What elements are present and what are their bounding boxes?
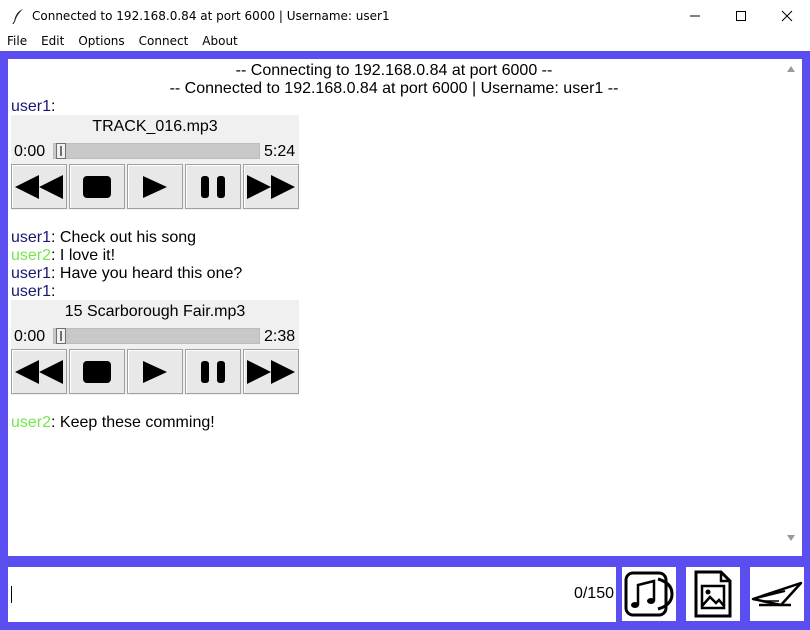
chat-message: user1: bbox=[11, 98, 55, 116]
play-icon bbox=[143, 175, 167, 198]
pause-icon bbox=[201, 175, 225, 198]
pause-icon bbox=[201, 360, 225, 383]
send-button[interactable] bbox=[750, 567, 804, 621]
minimize-button[interactable] bbox=[672, 0, 718, 31]
rewind-button[interactable] bbox=[11, 349, 67, 394]
message-username: user1 bbox=[11, 265, 52, 282]
message-text: Have you heard this one? bbox=[55, 265, 243, 282]
fast-forward-button[interactable] bbox=[243, 164, 299, 209]
player-seek-bar[interactable] bbox=[53, 328, 260, 344]
seek-handle[interactable] bbox=[56, 143, 66, 159]
scroll-down-button[interactable] bbox=[780, 534, 802, 550]
image-file-icon bbox=[694, 570, 732, 618]
music-file-icon bbox=[624, 571, 674, 617]
stop-icon bbox=[83, 175, 111, 198]
player-duration: 2:38 bbox=[264, 328, 296, 345]
chat-message: user1: bbox=[11, 283, 55, 301]
player-current-time: 0:00 bbox=[14, 143, 46, 160]
chat-message: user2: I love it! bbox=[11, 247, 115, 265]
title-bar: Connected to 192.168.0.84 at port 6000 |… bbox=[0, 0, 810, 31]
player-seek-bar[interactable] bbox=[53, 143, 260, 159]
chevron-down-icon bbox=[787, 535, 795, 541]
scroll-up-button[interactable] bbox=[780, 65, 802, 81]
maximize-icon bbox=[736, 10, 746, 21]
fast-forward-icon bbox=[247, 174, 295, 199]
close-button[interactable] bbox=[764, 0, 810, 31]
menu-edit[interactable]: Edit bbox=[34, 31, 71, 51]
message-text: Check out his song bbox=[55, 229, 197, 246]
pause-button[interactable] bbox=[185, 349, 241, 394]
message-username: user1 bbox=[11, 229, 52, 246]
stop-icon bbox=[83, 360, 111, 383]
fast-forward-icon bbox=[247, 359, 295, 384]
maximize-button[interactable] bbox=[718, 0, 764, 31]
chat-message: user1: Have you heard this one? bbox=[11, 265, 242, 283]
menu-bar: File Edit Options Connect About bbox=[0, 31, 810, 51]
message-username: user1 bbox=[11, 98, 52, 115]
player-filename: 15 Scarborough Fair.mp3 bbox=[64, 303, 246, 320]
minimize-icon bbox=[690, 15, 700, 16]
message-separator: : bbox=[51, 98, 56, 115]
send-image-button[interactable] bbox=[686, 567, 740, 621]
audio-player: 15 Scarborough Fair.mp3 0:00 2:38 bbox=[11, 300, 299, 395]
audio-player: TRACK_016.mp3 0:00 5:24 bbox=[11, 115, 299, 210]
status-connected: -- Connected to 192.168.0.84 at port 600… bbox=[169, 80, 619, 97]
message-text: I love it! bbox=[55, 247, 116, 264]
chat-scrollbar[interactable] bbox=[780, 59, 802, 556]
pause-button[interactable] bbox=[185, 164, 241, 209]
message-username: user2 bbox=[11, 414, 52, 431]
feather-icon bbox=[12, 8, 23, 24]
rewind-button[interactable] bbox=[11, 164, 67, 209]
player-duration: 5:24 bbox=[264, 143, 296, 160]
chat-log[interactable]: -- Connecting to 192.168.0.84 at port 60… bbox=[8, 59, 780, 556]
message-input[interactable]: 0/150 bbox=[8, 567, 616, 622]
message-text: Keep these comming! bbox=[55, 414, 215, 431]
chevron-up-icon bbox=[787, 66, 795, 72]
rewind-icon bbox=[15, 359, 63, 384]
play-icon bbox=[143, 360, 167, 383]
rewind-icon bbox=[15, 174, 63, 199]
seek-handle[interactable] bbox=[56, 328, 66, 344]
menu-file[interactable]: File bbox=[0, 31, 34, 51]
send-music-button[interactable] bbox=[622, 567, 676, 621]
player-current-time: 0:00 bbox=[14, 328, 46, 345]
menu-about[interactable]: About bbox=[195, 31, 244, 51]
stop-button[interactable] bbox=[69, 164, 125, 209]
player-filename: TRACK_016.mp3 bbox=[92, 118, 218, 135]
play-button[interactable] bbox=[127, 349, 183, 394]
status-connecting: -- Connecting to 192.168.0.84 at port 60… bbox=[235, 62, 553, 79]
message-username: user2 bbox=[11, 247, 52, 264]
chat-message: user2: Keep these comming! bbox=[11, 414, 215, 432]
menu-options[interactable]: Options bbox=[71, 31, 131, 51]
window-title: Connected to 192.168.0.84 at port 6000 |… bbox=[32, 8, 390, 23]
character-counter: 0/150 bbox=[573, 585, 614, 602]
close-icon bbox=[781, 10, 793, 21]
message-separator: : bbox=[51, 283, 56, 300]
menu-connect[interactable]: Connect bbox=[132, 31, 196, 51]
send-icon bbox=[751, 581, 803, 607]
text-caret bbox=[11, 586, 12, 603]
chat-message: user1: Check out his song bbox=[11, 229, 196, 247]
fast-forward-button[interactable] bbox=[243, 349, 299, 394]
stop-button[interactable] bbox=[69, 349, 125, 394]
message-username: user1 bbox=[11, 283, 52, 300]
play-button[interactable] bbox=[127, 164, 183, 209]
